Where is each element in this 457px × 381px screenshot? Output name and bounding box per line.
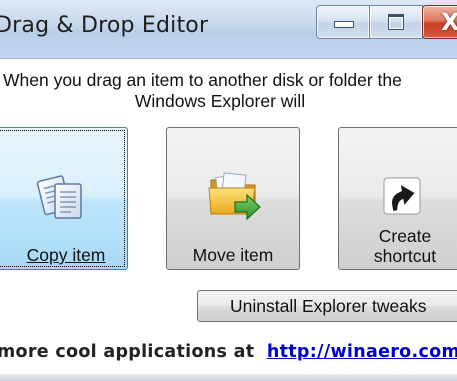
create-shortcut-label-line-2: shortcut <box>373 246 437 266</box>
maximize-button[interactable] <box>369 5 423 39</box>
uninstall-explorer-tweaks-button[interactable]: Uninstall Explorer tweaks <box>197 290 457 322</box>
create-shortcut-label: Create shortcut <box>339 226 457 266</box>
window-title: Drag & Drop Editor <box>0 13 209 38</box>
instruction-line-1: When you drag an item to another disk or… <box>3 70 402 90</box>
drag-drop-editor-window: Drag & Drop Editor X When you drag an it… <box>0 0 457 381</box>
maximize-icon <box>388 14 404 30</box>
copy-item-label: Copy item <box>26 245 106 265</box>
close-button[interactable]: X <box>422 5 457 39</box>
copy-item-button[interactable]: Copy item <box>0 127 128 270</box>
window-bottom-edge <box>0 374 457 381</box>
winaero-link[interactable]: http://winaero.com <box>267 342 457 362</box>
create-shortcut-button[interactable]: Create shortcut <box>338 127 457 270</box>
shortcut-arrow-icon <box>379 173 435 229</box>
minimize-icon <box>334 21 354 28</box>
title-bar[interactable]: Drag & Drop Editor X <box>0 0 457 59</box>
close-icon: X <box>441 8 457 36</box>
footer-text: more cool applications at <box>0 342 255 362</box>
minimize-button[interactable] <box>316 5 370 39</box>
footer: more cool applications at http://winaero… <box>0 342 457 362</box>
create-shortcut-label-line-1: Create <box>378 226 432 246</box>
instruction-line-2: Windows Explorer will <box>134 91 306 111</box>
move-item-label: Move item <box>192 245 274 265</box>
instruction-text: When you drag an item to another disk or… <box>0 70 457 112</box>
move-item-button[interactable]: Move item <box>166 127 300 270</box>
move-folder-icon <box>205 166 261 222</box>
copy-documents-icon <box>35 170 91 226</box>
